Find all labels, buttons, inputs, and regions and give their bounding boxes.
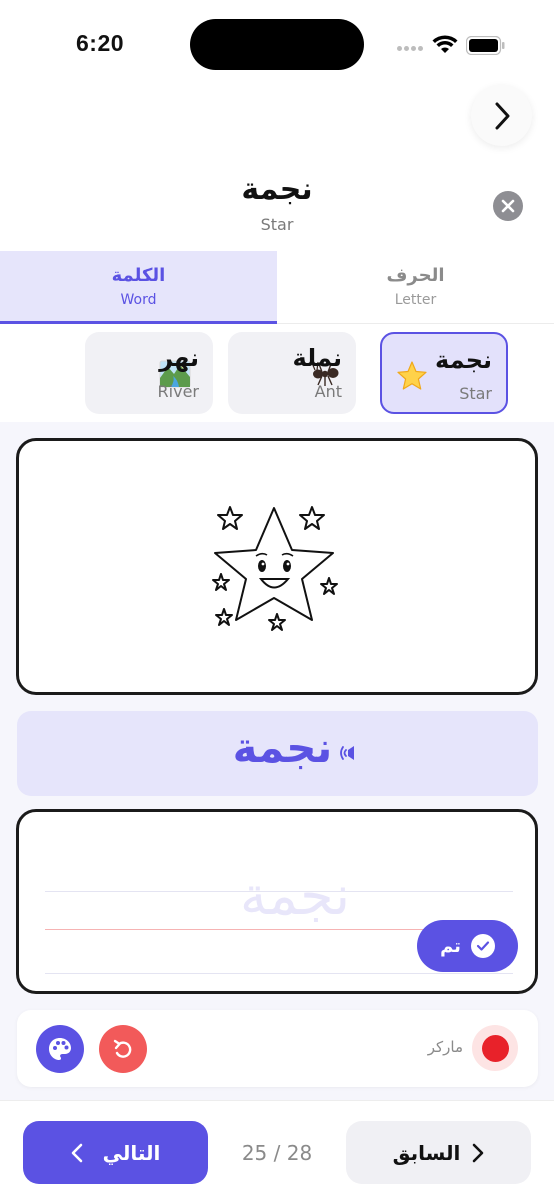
- word-pronunciation-banner[interactable]: نجمة: [17, 711, 538, 796]
- battery-icon: [466, 36, 505, 55]
- forward-button[interactable]: [471, 85, 532, 146]
- word-chip-star-en: Star: [459, 384, 492, 403]
- next-button[interactable]: التالي: [23, 1121, 208, 1184]
- wifi-icon: [432, 35, 458, 53]
- marker-color-swatch[interactable]: [472, 1025, 518, 1071]
- status-time: 6:20: [76, 30, 125, 56]
- smiling-star-illustration: [212, 506, 338, 631]
- word-chip-ant-en: Ant: [314, 382, 342, 401]
- drawing-toolbar: ماركر: [17, 1010, 538, 1087]
- next-label: التالي: [102, 1140, 161, 1165]
- illustration-card: [16, 438, 538, 695]
- tab-word-label-en: Word: [120, 292, 157, 308]
- previous-button[interactable]: السابق: [346, 1121, 531, 1184]
- cellular-signal-icon: [397, 46, 425, 52]
- tab-word-label-ar: الكلمة: [111, 265, 166, 286]
- tab-word[interactable]: الكلمة Word: [0, 251, 277, 324]
- speaker-icon[interactable]: [340, 741, 366, 765]
- word-chip-river-ar: نهر: [159, 344, 199, 372]
- mode-tabs: الكلمة Word الحرف Letter: [0, 251, 554, 324]
- marker-label: ماركر: [427, 1038, 463, 1056]
- star-emoji-icon: [397, 361, 427, 390]
- chevron-left-icon: [71, 1143, 82, 1162]
- word-chip-river[interactable]: نهر River: [85, 332, 213, 414]
- marker-color-dot: [481, 1034, 509, 1062]
- word-display: نجمة: [232, 723, 333, 772]
- status-bar: 6:20: [0, 0, 554, 90]
- palette-icon: [49, 1038, 71, 1060]
- undo-button[interactable]: [99, 1025, 147, 1073]
- dynamic-island: [190, 19, 364, 70]
- tracing-canvas[interactable]: نجمة تم: [16, 809, 538, 994]
- chevron-right-icon: [495, 102, 509, 129]
- tab-letter-label-en: Letter: [394, 292, 437, 308]
- close-icon: [501, 199, 515, 213]
- word-chip-ant[interactable]: نملة Ant: [228, 332, 356, 414]
- undo-icon: [113, 1039, 132, 1058]
- palette-button[interactable]: [36, 1025, 84, 1073]
- word-chip-star[interactable]: نجمة Star: [380, 332, 508, 414]
- word-selector: نجمة Star نملة Ant نهر River: [0, 324, 554, 422]
- chevron-right-icon: [473, 1143, 484, 1162]
- word-chip-ant-ar: نملة: [292, 344, 342, 372]
- trace-word: نجمة: [239, 864, 351, 927]
- close-button[interactable]: [493, 191, 523, 221]
- tab-letter-label-ar: الحرف: [386, 265, 445, 286]
- check-icon: [470, 934, 495, 958]
- word-chip-star-ar: نجمة: [435, 346, 492, 374]
- done-label: تم: [440, 935, 461, 957]
- done-button[interactable]: تم: [417, 920, 518, 972]
- bottom-navigation: التالي 25 / 28 السابق: [0, 1100, 554, 1200]
- previous-label: السابق: [392, 1140, 461, 1165]
- tab-letter[interactable]: الحرف Letter: [277, 251, 554, 324]
- practice-area: نجمة نجمة تم ماركر: [0, 422, 554, 1100]
- page-title: نجمة: [241, 172, 313, 207]
- bottom-guide-line: [45, 973, 513, 974]
- word-chip-river-en: River: [157, 382, 199, 401]
- page-counter: 25 / 28: [241, 1141, 313, 1165]
- page-subtitle: Star: [260, 215, 294, 234]
